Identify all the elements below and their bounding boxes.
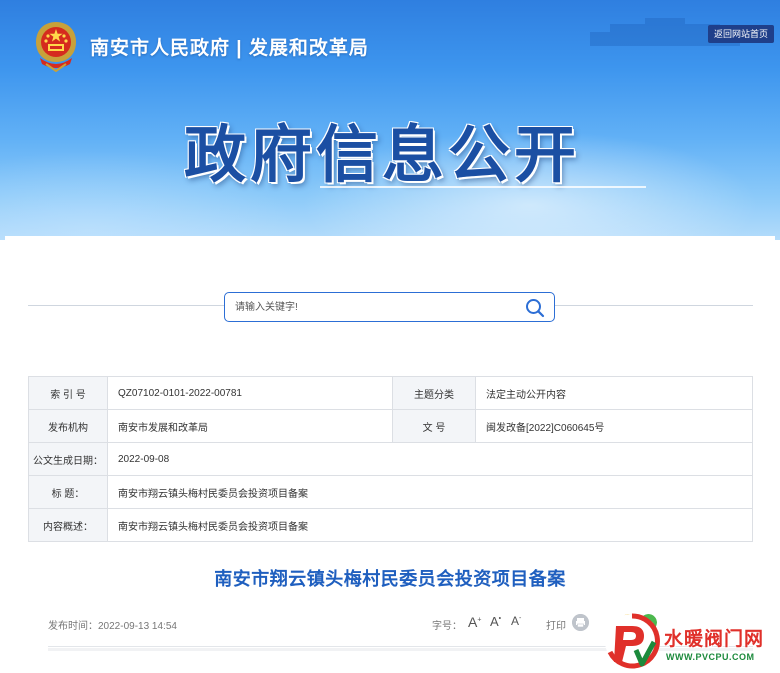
table-row: 索 引 号 QZ07102-0101-2022-00781 主题分类 法定主动公… <box>28 376 753 410</box>
print-link[interactable]: 打印 <box>546 617 566 632</box>
table-row: 内容概述： 南安市翔云镇头梅村民委员会投资项目备案 <box>28 508 753 542</box>
publish-time: 发布时间：2022-09-13 14:54 <box>48 621 177 632</box>
docno-value: 闽发改备[2022]C060645号 <box>475 409 753 443</box>
category-value: 法定主动公开内容 <box>475 376 753 410</box>
date-label: 公文生成日期： <box>28 442 108 476</box>
header-banner: 南安市人民政府 | 发展和改革局 返回网站首页 政府信息公开 <box>0 0 780 240</box>
publisher-label: 发布机构 <box>28 409 108 443</box>
watermark-logo-icon <box>605 613 660 669</box>
banner-title-underline <box>320 186 646 188</box>
publisher-value: 南安市发展和改革局 <box>107 409 393 443</box>
search-input[interactable] <box>235 299 515 315</box>
category-label: 主题分类 <box>392 376 476 410</box>
search-box <box>224 292 555 322</box>
font-size-small-button[interactable]: A- <box>511 614 521 628</box>
summary-value: 南安市翔云镇头梅村民委员会投资项目备案 <box>107 508 753 542</box>
date-value: 2022-09-08 <box>107 442 753 476</box>
font-size-medium-button[interactable]: A• <box>490 614 501 629</box>
table-row: 发布机构 南安市发展和改革局 文 号 闽发改备[2022]C060645号 <box>28 409 753 443</box>
table-row: 标 题： 南安市翔云镇头梅村民委员会投资项目备案 <box>28 475 753 509</box>
banner-title: 政府信息公开 <box>184 121 581 190</box>
watermark-name: 水暖阀门网 <box>664 629 765 650</box>
index-value: QZ07102-0101-2022-00781 <box>107 376 393 410</box>
search-divider-left <box>28 305 224 306</box>
font-size-large-button[interactable]: A+ <box>468 614 481 630</box>
printer-icon[interactable] <box>572 614 589 631</box>
index-label: 索 引 号 <box>28 376 108 410</box>
summary-label: 内容概述： <box>28 508 108 542</box>
title-label: 标 题： <box>28 475 108 509</box>
search-divider-right <box>555 305 753 306</box>
national-emblem-icon <box>36 22 76 72</box>
search-icon[interactable] <box>524 297 546 319</box>
font-size-label: 字号： <box>432 621 462 632</box>
article-title: 南安市翔云镇头梅村民委员会投资项目备案 <box>214 569 566 589</box>
docno-label: 文 号 <box>392 409 476 443</box>
site-title: 南安市人民政府 | 发展和改革局 <box>90 38 369 59</box>
title-value: 南安市翔云镇头梅村民委员会投资项目备案 <box>107 475 753 509</box>
back-to-home-button[interactable]: 返回网站首页 <box>708 25 775 43</box>
table-row: 公文生成日期： 2022-09-08 <box>28 442 753 476</box>
watermark-url: WWW.PVCPU.COM <box>666 652 755 662</box>
document-info-table: 索 引 号 QZ07102-0101-2022-00781 主题分类 法定主动公… <box>28 376 753 542</box>
